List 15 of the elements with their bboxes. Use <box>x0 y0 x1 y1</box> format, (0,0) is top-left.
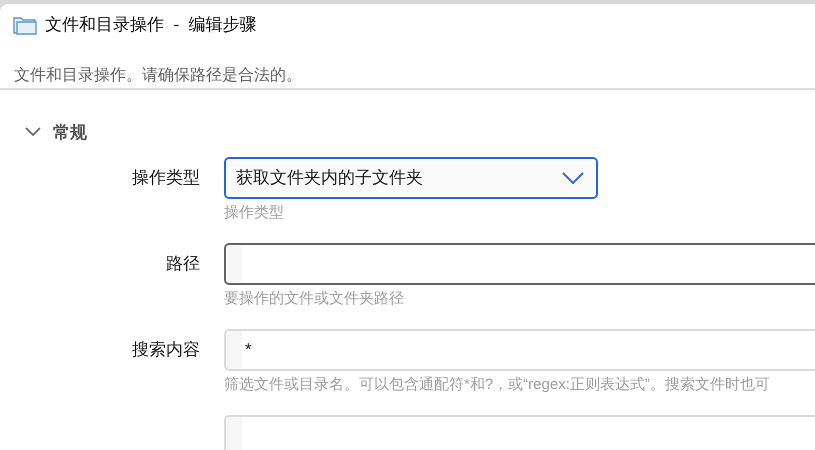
field-label: 路径 <box>165 253 201 276</box>
chevron-down-icon <box>562 172 584 184</box>
field-hint: 操作类型 <box>224 203 285 223</box>
text-field[interactable]: * <box>224 329 815 371</box>
folder-icon <box>13 14 37 35</box>
window-title: 文件和目录操作 - 编辑步骤 <box>45 14 257 36</box>
description: 文件和目录操作。请确保路径是合法的。 <box>13 66 303 86</box>
field-label: 操作类型 <box>131 167 201 190</box>
field-label: 搜索内容 <box>131 339 201 362</box>
field-hint: 筛选文件或目录名。可以包含通配符*和?，或“regex:正则表达式”。搜索文件时也可 <box>224 375 771 395</box>
chevron-icon <box>25 127 41 138</box>
type-select[interactable]: 获取文件夹内的子文件夹 <box>224 157 598 199</box>
text-field[interactable] <box>224 243 815 285</box>
field-hint: 要操作的文件或文件夹路径 <box>224 289 405 309</box>
section-header[interactable]: 常规 <box>0 120 87 145</box>
